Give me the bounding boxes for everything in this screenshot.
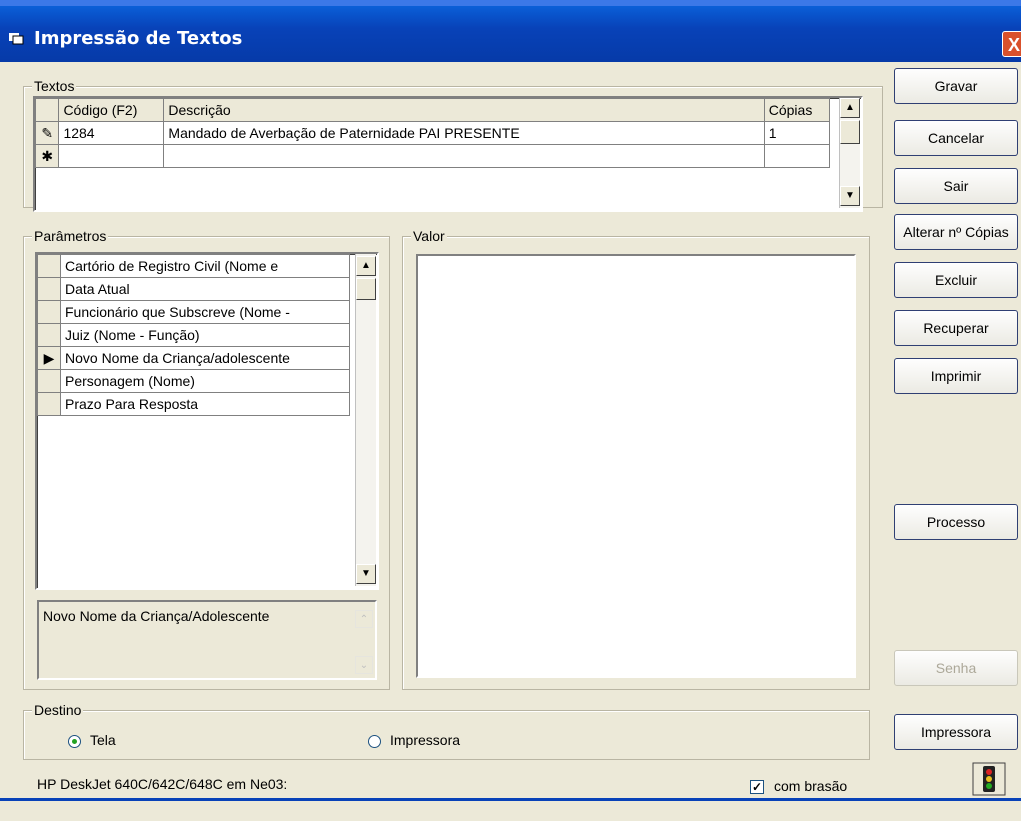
table-row[interactable]: ✎ 1284 Mandado de Averbação de Paternida… <box>34 121 831 145</box>
close-button[interactable]: X <box>1002 31 1021 57</box>
col-descricao-header[interactable]: Descrição <box>163 98 765 122</box>
cell-descricao[interactable] <box>163 144 765 168</box>
table-row-new[interactable]: ✱ <box>34 144 831 168</box>
parametro-name[interactable]: Juiz (Nome - Função) <box>60 323 350 347</box>
radio-tela[interactable] <box>68 735 81 748</box>
list-item[interactable]: Cartório de Registro Civil (Nome e <box>37 254 350 278</box>
radio-impressora-label[interactable]: Impressora <box>390 732 460 748</box>
cell-copias[interactable]: 1 <box>763 121 831 145</box>
imprimir-button[interactable]: Imprimir <box>894 358 1018 394</box>
window-icon <box>9 33 24 45</box>
scroll-up-arrow-icon: ⌃ <box>355 610 373 628</box>
list-item[interactable]: Personagem (Nome) <box>37 369 350 393</box>
row-selector <box>37 369 61 393</box>
recuperar-button[interactable]: Recuperar <box>894 310 1018 346</box>
sair-button[interactable]: Sair <box>894 168 1018 204</box>
parametro-name[interactable]: Novo Nome da Criança/adolescente <box>60 346 350 370</box>
valor-textarea[interactable] <box>416 254 856 678</box>
impressora-button[interactable]: Impressora <box>894 714 1018 750</box>
cell-codigo[interactable] <box>58 144 165 168</box>
parametro-name[interactable]: Data Atual <box>60 277 350 301</box>
radio-impressora[interactable] <box>368 735 381 748</box>
row-selector <box>37 392 61 416</box>
textos-legend: Textos <box>32 78 77 94</box>
traffic-light-icon[interactable] <box>972 762 1006 796</box>
excluir-button[interactable]: Excluir <box>894 262 1018 298</box>
gravar-button[interactable]: Gravar <box>894 68 1018 104</box>
radio-tela-label[interactable]: Tela <box>90 732 116 748</box>
cell-descricao[interactable]: Mandado de Averbação de Paternidade PAI … <box>163 121 765 145</box>
cancelar-button[interactable]: Cancelar <box>894 120 1018 156</box>
parametros-legend: Parâmetros <box>32 228 109 244</box>
processo-button[interactable]: Processo <box>894 504 1018 540</box>
parametro-description: Novo Nome da Criança/Adolescente <box>43 608 270 624</box>
parametro-name[interactable]: Personagem (Nome) <box>60 369 350 393</box>
row-selector-header <box>34 98 60 122</box>
window-title: Impressão de Textos <box>34 28 243 49</box>
current-row-arrow-icon: ▶ <box>37 346 61 370</box>
parametro-name[interactable]: Cartório de Registro Civil (Nome e <box>60 254 350 278</box>
scroll-down-arrow-icon: ⌄ <box>355 656 373 674</box>
scroll-down-arrow-icon[interactable]: ▼ <box>840 186 860 206</box>
textos-scrollbar[interactable]: ▲ ▼ <box>839 98 860 208</box>
scroll-thumb[interactable] <box>356 278 376 300</box>
row-selector <box>37 277 61 301</box>
parametro-name[interactable]: Funcionário que Subscreve (Nome - <box>60 300 350 324</box>
parametros-grid[interactable]: Cartório de Registro Civil (Nome e Data A… <box>35 252 379 590</box>
com-brasao-label[interactable]: com brasão <box>774 778 847 794</box>
parametro-description-box: Novo Nome da Criança/Adolescente ⌃ ⌄ <box>37 600 377 680</box>
list-item[interactable]: Funcionário que Subscreve (Nome - <box>37 300 350 324</box>
edit-pencil-icon: ✎ <box>34 121 60 145</box>
list-item[interactable]: Prazo Para Resposta <box>37 392 350 416</box>
row-selector <box>37 323 61 347</box>
main-window: Textos Código (F2) Descrição Cópias ✎ 12… <box>0 62 1021 798</box>
col-codigo-header[interactable]: Código (F2) <box>58 98 165 122</box>
alterar-copias-button[interactable]: Alterar nº Cópias <box>894 214 1018 250</box>
cell-codigo[interactable]: 1284 <box>58 121 165 145</box>
list-item[interactable]: Juiz (Nome - Função) <box>37 323 350 347</box>
scroll-up-arrow-icon[interactable]: ▲ <box>840 98 860 118</box>
com-brasao-checkbox[interactable]: ✓ <box>750 780 764 794</box>
new-row-asterisk-icon: ✱ <box>34 144 60 168</box>
col-copias-header[interactable]: Cópias <box>763 98 831 122</box>
senha-button: Senha <box>894 650 1018 686</box>
scroll-up-arrow-icon[interactable]: ▲ <box>356 256 376 276</box>
valor-legend: Valor <box>411 228 447 244</box>
row-selector <box>37 300 61 324</box>
parametros-list[interactable]: Cartório de Registro Civil (Nome e Data A… <box>37 254 350 416</box>
destino-legend: Destino <box>32 702 84 718</box>
parametros-scrollbar[interactable]: ▲ ▼ <box>355 254 376 586</box>
row-selector <box>37 254 61 278</box>
textos-header-row: Código (F2) Descrição Cópias <box>34 98 831 122</box>
printer-label: HP DeskJet 640C/642C/648C em Ne03: <box>37 776 288 792</box>
textos-grid[interactable]: Código (F2) Descrição Cópias ✎ 1284 Mand… <box>33 96 863 212</box>
parametro-name[interactable]: Prazo Para Resposta <box>60 392 350 416</box>
cell-copias[interactable] <box>763 144 831 168</box>
list-item[interactable]: Data Atual <box>37 277 350 301</box>
scroll-down-arrow-icon[interactable]: ▼ <box>356 564 376 584</box>
list-item[interactable]: ▶ Novo Nome da Criança/adolescente <box>37 346 350 370</box>
title-bar: Impressão de Textos X <box>0 0 1021 62</box>
scroll-thumb[interactable] <box>840 120 860 144</box>
